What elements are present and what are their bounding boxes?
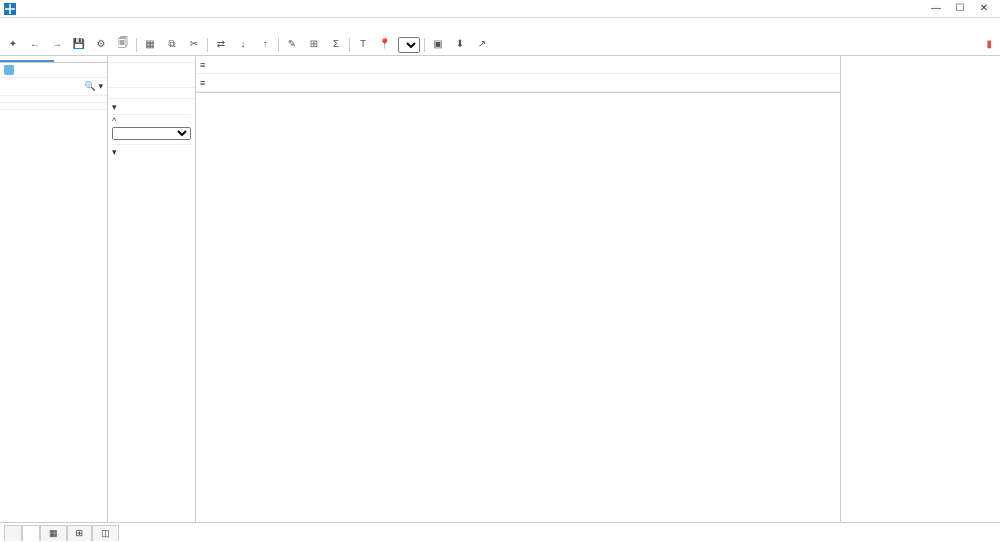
swap-button[interactable]: ⇄ (212, 36, 230, 54)
toolbar: ✦ ← → 💾 ⚙ 🗐 ▦ ⧉ ✂ ⇄ ↓ ↑ ✎ ⊞ Σ T 📍 ▣ ⬇ ↗ … (0, 34, 1000, 56)
minimize-button[interactable]: — (924, 3, 948, 14)
showme-button[interactable]: ▮ (982, 36, 996, 54)
app-icon (4, 3, 16, 15)
group-button[interactable]: ⊞ (305, 36, 323, 54)
filters-header (108, 81, 195, 88)
new-datasource-button[interactable]: ⚙ (92, 36, 110, 54)
sets-header (0, 102, 107, 109)
marks-all-row[interactable]: ▾ (112, 101, 191, 114)
marks-header (108, 92, 195, 99)
viz-area: ≡ ≡ (196, 56, 840, 522)
totals-button[interactable]: Σ (327, 36, 345, 54)
datasource-row[interactable] (0, 63, 107, 77)
statusbar: ▦ ⊞ ◫ (0, 522, 1000, 542)
download-button[interactable]: ⬇ (451, 36, 469, 54)
new-dashboard-button[interactable]: ⊞ (67, 525, 93, 541)
highlight-button[interactable]: ✎ (283, 36, 301, 54)
tableau-logo-icon[interactable]: ✦ (4, 36, 22, 54)
menubar (0, 18, 1000, 34)
labels-button[interactable]: T (354, 36, 372, 54)
clear-button[interactable]: ✂ (185, 36, 203, 54)
forward-button[interactable]: → (48, 36, 66, 54)
search-icon[interactable]: 🔍 ▾ (85, 81, 103, 92)
pin-button[interactable]: 📍 (376, 36, 394, 54)
refresh-button[interactable]: 🗐 (114, 36, 132, 54)
new-sheet-button[interactable]: ▦ (141, 36, 159, 54)
measures-header (0, 95, 107, 102)
rows-shelf-label: ≡ (196, 78, 252, 88)
columns-shelf-label: ≡ (196, 60, 252, 70)
titlebar: — ☐ ✕ (0, 0, 1000, 18)
sort-desc-button[interactable]: ↑ (256, 36, 274, 54)
tab-sheet[interactable] (22, 525, 40, 541)
new-worksheet-button[interactable]: ▦ (40, 525, 67, 541)
close-button[interactable]: ✕ (972, 3, 996, 14)
duplicate-button[interactable]: ⧉ (163, 36, 181, 54)
chart-canvas[interactable] (204, 101, 832, 481)
new-story-button[interactable]: ◫ (92, 525, 119, 541)
dimensions-header: 🔍 ▾ (0, 77, 107, 95)
year-filter-header (845, 64, 996, 68)
fit-select[interactable] (398, 37, 420, 53)
sort-asc-button[interactable]: ↓ (234, 36, 252, 54)
mark-shape-select[interactable] (112, 127, 191, 140)
marks-qty-row[interactable]: ▾ (112, 144, 191, 160)
cards-column: ▾ ^ ▾ (108, 56, 196, 522)
tab-datasource[interactable] (4, 525, 22, 541)
maximize-button[interactable]: ☐ (948, 3, 972, 14)
data-sidebar: 🔍 ▾ (0, 56, 108, 522)
pages-header (108, 56, 195, 63)
legend-header (845, 72, 996, 76)
tab-data[interactable] (0, 56, 54, 62)
save-button[interactable]: 💾 (70, 36, 88, 54)
back-button[interactable]: ← (26, 36, 44, 54)
share-button[interactable]: ↗ (473, 36, 491, 54)
right-panel (840, 56, 1000, 522)
present-button[interactable]: ▣ (429, 36, 447, 54)
marks-measure-row[interactable]: ^ (112, 114, 191, 127)
datasource-icon (4, 65, 14, 75)
tab-analytics[interactable] (54, 56, 108, 62)
params-header (0, 109, 107, 116)
